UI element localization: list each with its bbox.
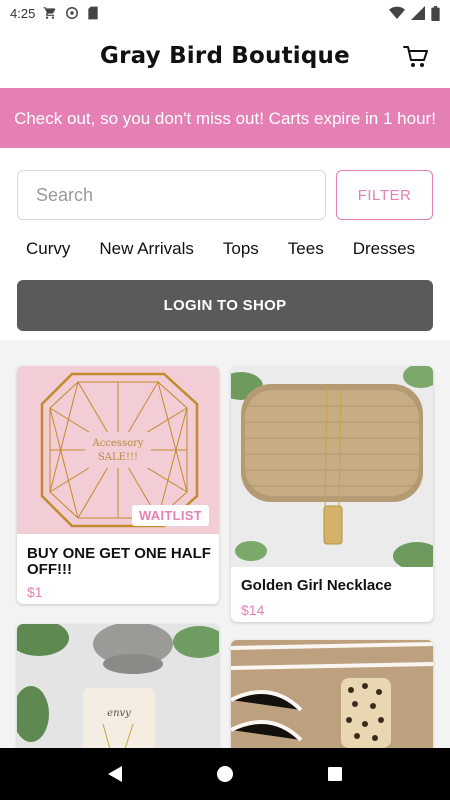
battery-icon [431,5,440,21]
product-name: BUY ONE GET ONE HALF OFF!!! [27,545,211,578]
system-nav-bar [0,748,450,800]
cart-button[interactable] [402,43,430,71]
waitlist-badge: WAITLIST [131,505,209,526]
envy-necklace-photo: envy [17,624,219,748]
app-header: Gray Bird Boutique [0,26,450,86]
product-image: envy [17,624,219,748]
sync-icon [65,6,79,20]
svg-text:SALE!!!: SALE!!! [98,452,138,463]
search-row: FILTER [17,170,433,220]
svg-text:Accessory: Accessory [91,438,143,449]
filter-button[interactable]: FILTER [336,170,433,220]
status-right [389,5,440,21]
product-card[interactable]: Golden Girl Necklace $14 [231,366,433,622]
wifi-icon [389,6,405,20]
cart-expiry-banner: Check out, so you don't miss out! Carts … [0,88,450,148]
product-card[interactable] [231,640,433,748]
sd-card-icon [87,6,99,20]
product-card[interactable]: envy [17,624,219,748]
login-to-shop-button[interactable]: LOGIN TO SHOP [17,280,433,331]
category-tops[interactable]: Tops [223,232,259,266]
product-image [231,640,433,748]
recents-icon [328,767,342,781]
product-image [231,366,433,567]
back-icon [108,766,122,782]
product-name: Golden Girl Necklace [241,577,392,594]
product-card[interactable]: Accessory SALE!!! WAITLIST BUY ONE GET O… [17,366,219,604]
nav-recents-button[interactable] [315,754,355,794]
category-dresses[interactable]: Dresses [353,232,415,266]
category-curvy[interactable]: Curvy [26,232,70,266]
signal-icon [411,6,425,20]
status-bar: 4:25 [0,0,450,26]
product-grid: Accessory SALE!!! WAITLIST BUY ONE GET O… [0,340,450,748]
category-new-arrivals[interactable]: New Arrivals [99,232,193,266]
cart-icon [403,46,428,67]
cart-notification-icon [43,6,57,20]
product-image: Accessory SALE!!! WAITLIST [17,366,219,534]
leopard-bracelet-photo [231,640,433,748]
status-left: 4:25 [10,6,99,21]
category-tabs: Curvy New Arrivals Tops Tees Dresses [26,232,450,266]
search-input[interactable] [17,170,326,220]
envy-card-text: envy [107,708,131,719]
status-time: 4:25 [10,5,36,21]
nav-home-button[interactable] [205,754,245,794]
necklace-photo [231,366,433,567]
nav-back-button[interactable] [95,754,135,794]
product-price: $1 [27,584,43,600]
category-tees[interactable]: Tees [288,232,324,266]
product-price: $14 [241,602,265,618]
app-title: Gray Bird Boutique [100,43,350,69]
home-icon [217,766,233,782]
